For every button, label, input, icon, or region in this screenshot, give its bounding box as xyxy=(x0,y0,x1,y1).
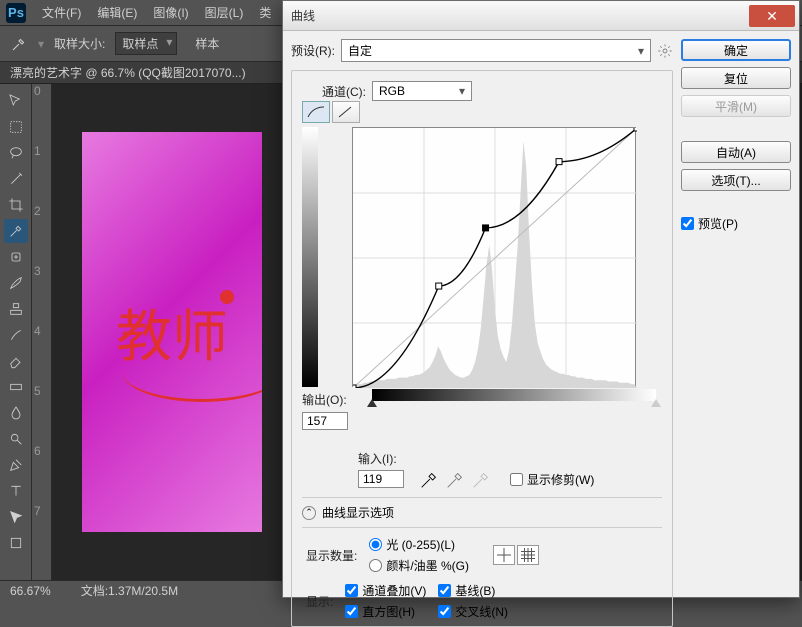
show-overlay-checkbox[interactable]: 通道叠加(V) xyxy=(345,582,426,599)
dodge-tool[interactable] xyxy=(4,427,28,451)
dialog-titlebar[interactable]: 曲线 ✕ xyxy=(283,1,799,31)
menu-layer[interactable]: 图层(L) xyxy=(197,1,252,24)
white-eyedropper[interactable] xyxy=(470,469,492,489)
marquee-tool[interactable] xyxy=(4,115,28,139)
input-gradient xyxy=(372,389,656,401)
curve-point-mode[interactable] xyxy=(302,101,330,123)
reset-button[interactable]: 复位 xyxy=(681,67,791,89)
close-button[interactable]: ✕ xyxy=(749,5,795,27)
sample-size-select[interactable]: 取样点 xyxy=(115,32,177,55)
output-label: 输出(O): xyxy=(302,391,348,408)
eyedropper-icon xyxy=(10,35,28,53)
preset-select[interactable]: 自定▾ xyxy=(341,39,651,62)
canvas-decoration-dot xyxy=(220,290,234,304)
vertical-ruler: 01234567 xyxy=(32,84,52,580)
grid-fine[interactable] xyxy=(517,545,539,565)
curves-graph[interactable] xyxy=(352,127,636,387)
shape-tool[interactable] xyxy=(4,531,28,555)
show-histogram-checkbox[interactable]: 直方图(H) xyxy=(345,603,426,620)
amount-light-radio[interactable]: 光 (0-255)(L) xyxy=(369,536,469,553)
menu-edit[interactable]: 编辑(E) xyxy=(89,1,145,24)
amount-label: 显示数量: xyxy=(306,547,357,564)
zoom-level[interactable]: 66.67% xyxy=(10,584,51,598)
doc-size: 文档:1.37M/20.5M xyxy=(81,582,178,599)
output-gradient xyxy=(302,127,318,387)
stamp-tool[interactable] xyxy=(4,297,28,321)
channel-select[interactable]: RGB▾ xyxy=(372,81,472,101)
show-label: 显示: xyxy=(306,593,333,610)
heal-tool[interactable] xyxy=(4,245,28,269)
pen-tool[interactable] xyxy=(4,453,28,477)
white-point-slider[interactable] xyxy=(651,399,661,407)
tools-panel xyxy=(0,84,32,580)
channel-label: 通道(C): xyxy=(322,83,366,100)
chevron-down-icon: ⌃ xyxy=(302,506,316,520)
amount-pigment-radio[interactable]: 颜料/油墨 %(G) xyxy=(369,557,469,574)
document-canvas[interactable]: 教师 xyxy=(82,132,262,532)
gear-icon[interactable] xyxy=(657,43,673,59)
eraser-tool[interactable] xyxy=(4,349,28,373)
type-tool[interactable] xyxy=(4,479,28,503)
ok-button[interactable]: 确定 xyxy=(681,39,791,61)
input-label: 输入(I): xyxy=(358,450,397,467)
gradient-tool[interactable] xyxy=(4,375,28,399)
canvas-decoration-swoosh xyxy=(122,342,262,402)
dialog-title: 曲线 xyxy=(291,7,315,24)
curve-draw-mode[interactable] xyxy=(332,101,360,123)
eyedropper-tool[interactable] xyxy=(4,219,28,243)
history-brush-tool[interactable] xyxy=(4,323,28,347)
menu-type[interactable]: 类 xyxy=(251,1,279,24)
options-button[interactable]: 选项(T)... xyxy=(681,169,791,191)
auto-button[interactable]: 自动(A) xyxy=(681,141,791,163)
grid-coarse[interactable] xyxy=(493,545,515,565)
black-eyedropper[interactable] xyxy=(418,469,440,489)
black-point-slider[interactable] xyxy=(367,399,377,407)
sample-size-label: 取样大小: xyxy=(54,35,105,52)
move-tool[interactable] xyxy=(4,89,28,113)
menu-file[interactable]: 文件(F) xyxy=(34,1,89,24)
curves-dialog: 曲线 ✕ 预设(R): 自定▾ 通道(C): RGB▾ xyxy=(282,0,800,598)
menu-image[interactable]: 图像(I) xyxy=(145,1,196,24)
preview-checkbox[interactable]: 预览(P) xyxy=(681,215,791,232)
show-intersection-checkbox[interactable]: 交叉线(N) xyxy=(438,603,508,620)
preset-label: 预设(R): xyxy=(291,42,335,59)
output-value[interactable] xyxy=(302,412,348,430)
display-options-toggle[interactable]: ⌃ 曲线显示选项 xyxy=(302,497,662,528)
gray-eyedropper[interactable] xyxy=(444,469,466,489)
brush-tool[interactable] xyxy=(4,271,28,295)
lasso-tool[interactable] xyxy=(4,141,28,165)
blur-tool[interactable] xyxy=(4,401,28,425)
show-clipping-checkbox[interactable]: 显示修剪(W) xyxy=(510,471,594,488)
show-baseline-checkbox[interactable]: 基线(B) xyxy=(438,582,508,599)
crop-tool[interactable] xyxy=(4,193,28,217)
ps-logo: Ps xyxy=(6,3,26,23)
path-select-tool[interactable] xyxy=(4,505,28,529)
smooth-button: 平滑(M) xyxy=(681,95,791,117)
sample-tool-label: 样本 xyxy=(187,33,227,54)
input-value[interactable] xyxy=(358,470,404,488)
wand-tool[interactable] xyxy=(4,167,28,191)
